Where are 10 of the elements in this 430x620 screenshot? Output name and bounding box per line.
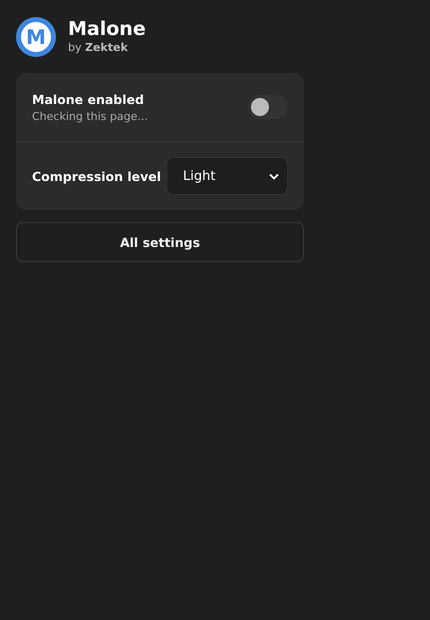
- app-title: Malone: [68, 18, 146, 40]
- all-settings-button[interactable]: All settings: [16, 222, 304, 262]
- setting-label: Malone enabled: [32, 92, 145, 106]
- status-text: Checking this page...: [32, 110, 148, 122]
- logo-icon: M: [16, 17, 56, 57]
- chevron-down-icon: [269, 172, 279, 180]
- author-byline: by Zektek: [68, 40, 129, 56]
- compression-dropdown[interactable]: Light: [166, 157, 288, 195]
- toggle-switch[interactable]: [248, 95, 288, 119]
- setting-label: Compression level: [32, 168, 162, 184]
